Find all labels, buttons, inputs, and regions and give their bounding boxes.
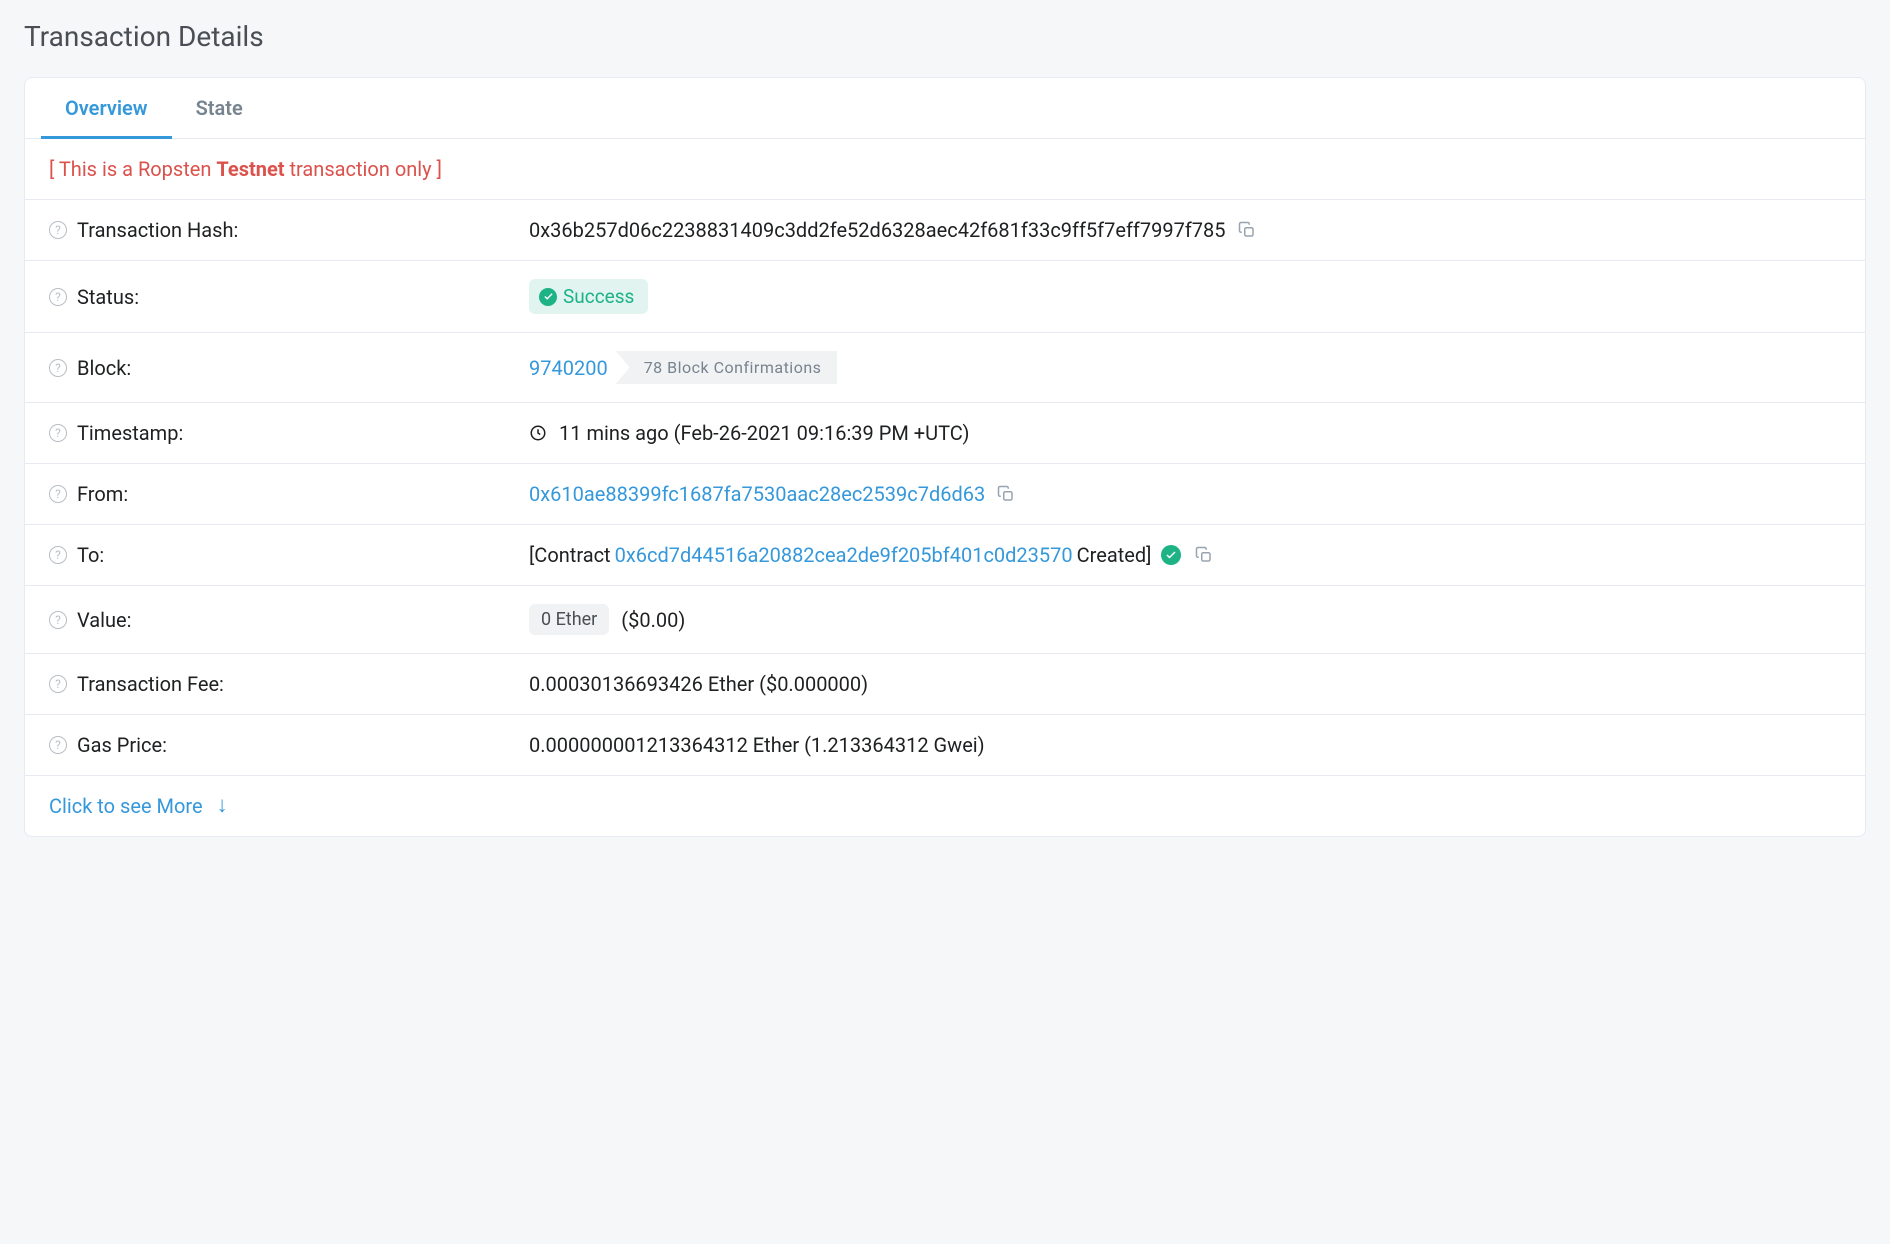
arrow-down-icon: ↓	[217, 795, 228, 817]
row-block: ? Block: 9740200 78 Block Confirmations	[25, 333, 1865, 403]
copy-icon[interactable]	[997, 485, 1015, 503]
copy-icon[interactable]	[1195, 546, 1213, 564]
row-fee: ? Transaction Fee: 0.00030136693426 Ethe…	[25, 654, 1865, 715]
see-more-button[interactable]: Click to see More ↓	[25, 776, 1865, 836]
label-from: From:	[77, 482, 128, 506]
value-usd: ($0.00)	[621, 608, 685, 632]
testnet-notice: [ This is a Ropsten Testnet transaction …	[25, 139, 1865, 200]
help-icon[interactable]: ?	[49, 736, 67, 754]
to-prefix: [Contract	[529, 543, 611, 567]
value-timestamp: 11 mins ago (Feb-26-2021 09:16:39 PM +UT…	[559, 421, 969, 445]
label-hash: Transaction Hash:	[77, 218, 238, 242]
value-ether-pill: 0 Ether	[529, 604, 609, 635]
help-icon[interactable]: ?	[49, 424, 67, 442]
copy-icon[interactable]	[1238, 221, 1256, 239]
row-status: ? Status: Success	[25, 261, 1865, 333]
see-more-label: Click to see More	[49, 794, 203, 818]
status-badge: Success	[529, 279, 648, 314]
row-gas: ? Gas Price: 0.000000001213364312 Ether …	[25, 715, 1865, 776]
help-icon[interactable]: ?	[49, 611, 67, 629]
label-to: To:	[77, 543, 104, 567]
help-icon[interactable]: ?	[49, 288, 67, 306]
help-icon[interactable]: ?	[49, 359, 67, 377]
details-card: Overview State [ This is a Ropsten Testn…	[24, 77, 1866, 837]
page-title: Transaction Details	[24, 20, 1866, 53]
verified-icon	[1161, 545, 1181, 565]
block-confirmations: 78 Block Confirmations	[616, 351, 838, 384]
row-value: ? Value: 0 Ether ($0.00)	[25, 586, 1865, 654]
clock-icon	[529, 424, 547, 442]
value-gas: 0.000000001213364312 Ether (1.213364312 …	[529, 733, 985, 757]
check-circle-icon	[539, 288, 557, 306]
tab-state[interactable]: State	[172, 78, 267, 139]
value-hash: 0x36b257d06c2238831409c3dd2fe52d6328aec4…	[529, 218, 1226, 242]
block-link[interactable]: 9740200	[529, 356, 608, 380]
to-suffix: Created]	[1077, 543, 1152, 567]
label-timestamp: Timestamp:	[77, 421, 183, 445]
help-icon[interactable]: ?	[49, 546, 67, 564]
from-address-link[interactable]: 0x610ae88399fc1687fa7530aac28ec2539c7d6d…	[529, 482, 985, 506]
help-icon[interactable]: ?	[49, 485, 67, 503]
label-fee: Transaction Fee:	[77, 672, 224, 696]
label-value: Value:	[77, 608, 132, 632]
row-to: ? To: [Contract 0x6cd7d44516a20882cea2de…	[25, 525, 1865, 586]
label-block: Block:	[77, 356, 131, 380]
help-icon[interactable]: ?	[49, 675, 67, 693]
testnet-notice-bold: Testnet	[216, 157, 284, 181]
tabs: Overview State	[25, 78, 1865, 139]
status-text: Success	[563, 285, 634, 308]
row-hash: ? Transaction Hash: 0x36b257d06c22388314…	[25, 200, 1865, 261]
value-fee: 0.00030136693426 Ether ($0.000000)	[529, 672, 868, 696]
to-address-link[interactable]: 0x6cd7d44516a20882cea2de9f205bf401c0d235…	[615, 543, 1073, 567]
label-gas: Gas Price:	[77, 733, 167, 757]
testnet-notice-pre: [ This is a Ropsten	[49, 157, 216, 181]
help-icon[interactable]: ?	[49, 221, 67, 239]
row-from: ? From: 0x610ae88399fc1687fa7530aac28ec2…	[25, 464, 1865, 525]
label-status: Status:	[77, 285, 139, 309]
tab-overview[interactable]: Overview	[41, 78, 172, 139]
testnet-notice-post: transaction only ]	[285, 157, 442, 181]
row-timestamp: ? Timestamp: 11 mins ago (Feb-26-2021 09…	[25, 403, 1865, 464]
